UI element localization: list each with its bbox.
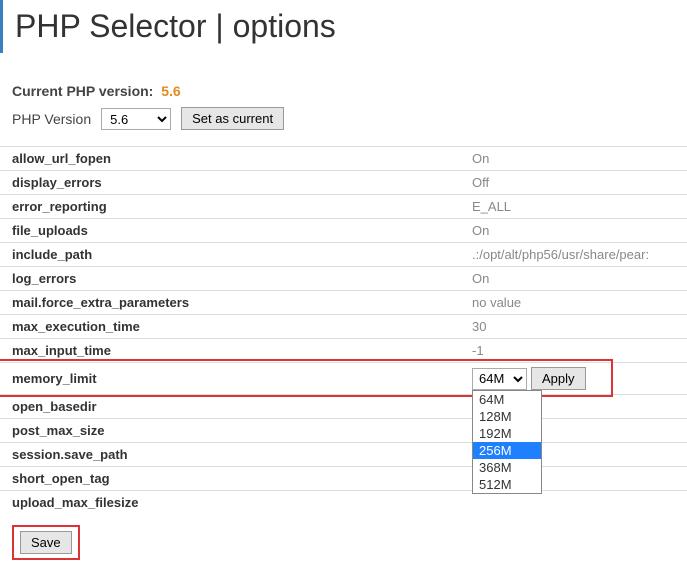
option-name: short_open_tag (0, 467, 460, 491)
option-name: upload_max_filesize (0, 491, 460, 515)
php-version-label: PHP Version (12, 111, 91, 127)
table-row: session.save_path (0, 443, 687, 467)
option-value: -1 (460, 339, 687, 363)
table-row: allow_url_fopenOn (0, 147, 687, 171)
option-name: post_max_size (0, 419, 460, 443)
options-table: allow_url_fopenOndisplay_errorsOfferror_… (0, 146, 687, 515)
option-name: memory_limit (0, 363, 460, 395)
option-value: On (460, 147, 687, 171)
dropdown-option[interactable]: 256M (473, 442, 541, 459)
option-value: On (460, 267, 687, 291)
option-value: Off (460, 171, 687, 195)
table-row-memory-limit: memory_limit 64MApply (0, 363, 687, 395)
table-row: error_reportingE_ALL (0, 195, 687, 219)
memory-limit-dropdown[interactable]: 64M128M192M256M368M512M (472, 390, 542, 494)
option-value: E_ALL (460, 195, 687, 219)
option-value (460, 491, 687, 515)
apply-button[interactable]: Apply (531, 367, 586, 390)
option-value: .:/opt/alt/php56/usr/share/pear: (460, 243, 687, 267)
option-name: session.save_path (0, 443, 460, 467)
option-name: allow_url_fopen (0, 147, 460, 171)
table-row: post_max_size (0, 419, 687, 443)
table-row: include_path.:/opt/alt/php56/usr/share/p… (0, 243, 687, 267)
set-as-current-button[interactable]: Set as current (181, 107, 284, 130)
option-value: no value (460, 291, 687, 315)
option-name: error_reporting (0, 195, 460, 219)
option-name: log_errors (0, 267, 460, 291)
option-value: 30 (460, 315, 687, 339)
option-name: file_uploads (0, 219, 460, 243)
table-row: file_uploadsOn (0, 219, 687, 243)
current-version-label: Current PHP version: (12, 83, 153, 99)
table-row: max_execution_time30 (0, 315, 687, 339)
option-name: mail.force_extra_parameters (0, 291, 460, 315)
option-name: display_errors (0, 171, 460, 195)
option-name: open_basedir (0, 395, 460, 419)
option-value: On (460, 219, 687, 243)
dropdown-option[interactable]: 128M (473, 408, 541, 425)
option-name: max_input_time (0, 339, 460, 363)
save-highlight: Save (12, 525, 80, 560)
table-row: upload_max_filesize (0, 491, 687, 515)
option-name: include_path (0, 243, 460, 267)
table-row: mail.force_extra_parametersno value (0, 291, 687, 315)
dropdown-option[interactable]: 512M (473, 476, 541, 493)
table-row: log_errorsOn (0, 267, 687, 291)
php-version-select[interactable]: 5.6 (101, 108, 171, 130)
table-row: short_open_tag (0, 467, 687, 491)
page-title: PHP Selector | options (0, 0, 687, 53)
dropdown-option[interactable]: 368M (473, 459, 541, 476)
table-row: max_input_time-1 (0, 339, 687, 363)
save-button[interactable]: Save (20, 531, 72, 554)
table-row: display_errorsOff (0, 171, 687, 195)
option-name: max_execution_time (0, 315, 460, 339)
current-version-value: 5.6 (161, 83, 180, 99)
dropdown-option[interactable]: 192M (473, 425, 541, 442)
dropdown-option[interactable]: 64M (473, 391, 541, 408)
memory-limit-select[interactable]: 64M (472, 368, 527, 390)
table-row: open_basedir (0, 395, 687, 419)
